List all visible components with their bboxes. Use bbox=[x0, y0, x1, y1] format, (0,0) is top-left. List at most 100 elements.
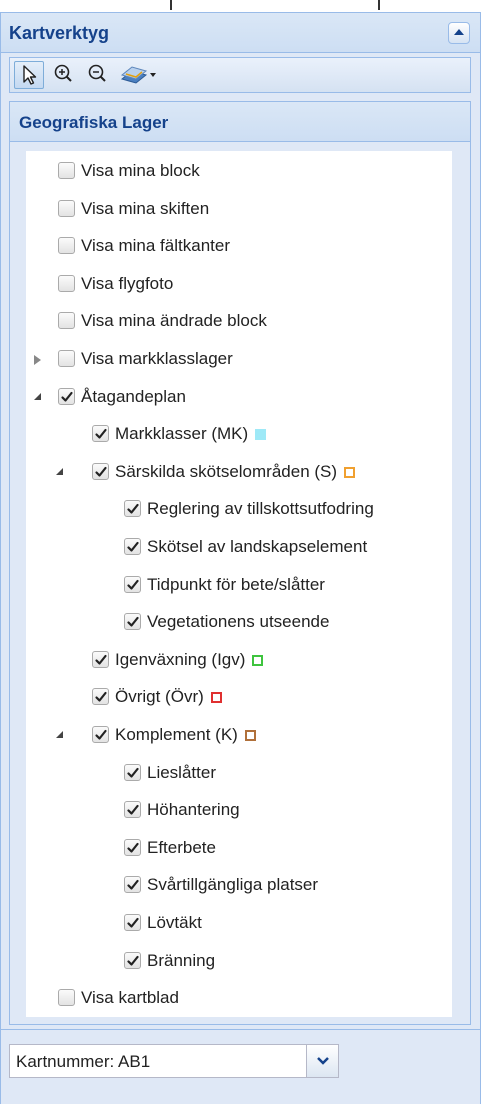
checkbox-checked[interactable] bbox=[124, 838, 141, 856]
zoom-in-icon bbox=[54, 64, 72, 82]
expanded-triangle-icon[interactable] bbox=[34, 392, 41, 400]
layer-label[interactable]: Bränning bbox=[147, 951, 215, 971]
layer-tree-node: Svårtillgängliga platser bbox=[26, 871, 452, 899]
layer-tree-node: Igenväxning (Igv) bbox=[26, 646, 452, 674]
checkbox-checked[interactable] bbox=[124, 876, 141, 894]
checkmark-icon bbox=[95, 466, 107, 477]
chevron-up-icon bbox=[454, 29, 464, 35]
layer-tree-node: Reglering av tillskottsutfodring bbox=[26, 495, 452, 523]
checkmark-icon bbox=[95, 729, 107, 740]
layer-tree-node: Visa flygfoto bbox=[26, 270, 452, 298]
layer-tree-node: Bränning bbox=[26, 947, 452, 975]
checkbox-checked[interactable] bbox=[124, 613, 141, 631]
divider-tick bbox=[378, 0, 380, 10]
layer-label[interactable]: Reglering av tillskottsutfodring bbox=[147, 499, 374, 519]
map-toolbar bbox=[9, 57, 471, 93]
checkbox-checked[interactable] bbox=[124, 763, 141, 781]
legend-swatch bbox=[344, 466, 355, 478]
layers-title: Geografiska Lager bbox=[19, 113, 169, 132]
layer-tree-node: Lieslåtter bbox=[26, 759, 452, 787]
layer-label[interactable]: Övrigt (Övr) bbox=[115, 687, 204, 707]
dropdown-trigger[interactable] bbox=[306, 1045, 338, 1077]
checkmark-icon bbox=[127, 880, 139, 890]
pointer-tool-button[interactable] bbox=[14, 61, 44, 89]
checkbox-checked[interactable] bbox=[124, 914, 141, 931]
checkbox-checked[interactable] bbox=[124, 500, 141, 518]
map-tools-panel: Kartverktyg Geografiska Lager Visa mina … bbox=[0, 12, 481, 1104]
layer-label[interactable]: Lieslåtter bbox=[147, 763, 216, 783]
checkbox-checked[interactable] bbox=[124, 801, 141, 819]
layer-label[interactable]: Åtagandeplan bbox=[81, 387, 186, 407]
legend-swatch bbox=[245, 730, 256, 741]
layer-label[interactable]: Visa markklasslager bbox=[81, 349, 233, 369]
checkbox-checked[interactable] bbox=[92, 650, 109, 668]
collapsed-triangle-icon[interactable] bbox=[34, 355, 41, 365]
layer-tree-node: Höhantering bbox=[26, 796, 452, 824]
layer-tree-node: Övrigt (Övr) bbox=[26, 683, 452, 711]
pointer-icon bbox=[23, 65, 37, 85]
layer-label[interactable]: Lövtäkt bbox=[147, 913, 202, 933]
checkmark-icon bbox=[127, 917, 139, 928]
checkbox-unchecked[interactable] bbox=[58, 350, 75, 367]
layer-label[interactable]: Visa mina block bbox=[81, 161, 200, 181]
layer-tree-node: Komplement (K) bbox=[26, 721, 452, 749]
layer-label[interactable]: Tidpunkt för bete/slåtter bbox=[147, 575, 325, 595]
layer-tree-node: Visa mina ändrade block bbox=[26, 307, 452, 335]
checkbox-unchecked[interactable] bbox=[58, 989, 75, 1007]
basemap-dropdown-button[interactable] bbox=[118, 61, 160, 89]
layer-tree-node: Lövtäkt bbox=[26, 909, 452, 937]
checkbox-checked[interactable] bbox=[92, 726, 109, 743]
layer-label[interactable]: Svårtillgängliga platser bbox=[147, 875, 318, 895]
collapse-button[interactable] bbox=[448, 22, 470, 44]
checkmark-icon bbox=[95, 692, 107, 702]
geographic-layers-panel: Geografiska Lager Visa mina block Visa mi… bbox=[9, 101, 471, 1025]
checkmark-icon bbox=[127, 617, 139, 627]
layer-tree-node: Markklasser (MK) bbox=[26, 420, 452, 448]
layer-label[interactable]: Komplement (K) bbox=[115, 725, 238, 745]
checkbox-checked[interactable] bbox=[92, 425, 109, 443]
checkbox-unchecked[interactable] bbox=[58, 162, 75, 179]
checkmark-icon bbox=[127, 842, 139, 853]
layer-label[interactable]: Visa kartblad bbox=[81, 988, 179, 1008]
checkbox-checked[interactable] bbox=[124, 951, 141, 969]
layer-label[interactable]: Visa mina skiften bbox=[81, 199, 209, 219]
layer-label[interactable]: Visa mina ändrade block bbox=[81, 311, 267, 331]
expanded-triangle-icon[interactable] bbox=[56, 467, 63, 475]
layer-tree-node: Tidpunkt för bete/slåtter bbox=[26, 571, 452, 599]
layer-tree-node: Åtagandeplan bbox=[26, 383, 452, 411]
checkbox-unchecked[interactable] bbox=[58, 237, 75, 255]
layer-label[interactable]: Igenväxning (Igv) bbox=[115, 650, 245, 670]
checkbox-unchecked[interactable] bbox=[58, 274, 75, 292]
legend-swatch bbox=[211, 692, 222, 704]
zoom-out-button[interactable] bbox=[84, 61, 112, 89]
layer-label[interactable]: Visa flygfoto bbox=[81, 274, 173, 294]
checkmark-icon bbox=[127, 955, 139, 966]
layer-label[interactable]: Skötsel av landskapselement bbox=[147, 537, 367, 557]
map-sheet-select[interactable]: Kartnummer: AB1 bbox=[9, 1044, 339, 1078]
layer-label[interactable]: Särskilda skötselområden (S) bbox=[115, 462, 337, 482]
checkbox-checked[interactable] bbox=[124, 538, 141, 555]
checkbox-checked[interactable] bbox=[124, 575, 141, 593]
zoom-in-button[interactable] bbox=[50, 61, 78, 89]
checkbox-unchecked[interactable] bbox=[58, 312, 75, 330]
checkbox-checked[interactable] bbox=[92, 688, 109, 706]
layer-label[interactable]: Visa mina fältkanter bbox=[81, 236, 230, 256]
legend-swatch bbox=[252, 654, 263, 666]
checkbox-checked[interactable] bbox=[58, 387, 75, 405]
layer-tree-node: Vegetationens utseende bbox=[26, 608, 452, 636]
checkbox-checked[interactable] bbox=[92, 462, 109, 480]
expanded-triangle-icon[interactable] bbox=[56, 731, 63, 738]
basemap-icon bbox=[120, 66, 156, 84]
checkmark-icon bbox=[127, 504, 139, 514]
layer-tree-node: Visa mina block bbox=[26, 157, 452, 185]
divider-tick bbox=[170, 0, 172, 10]
layer-tree-node: Visa markklasslager bbox=[26, 345, 452, 373]
checkbox-unchecked[interactable] bbox=[58, 199, 75, 217]
panel-header: Kartverktyg bbox=[1, 13, 480, 53]
chevron-down-icon bbox=[317, 1057, 329, 1065]
layer-label[interactable]: Markklasser (MK) bbox=[115, 424, 248, 444]
layer-label[interactable]: Höhantering bbox=[147, 800, 240, 820]
top-border bbox=[0, 0, 481, 12]
layer-label[interactable]: Vegetationens utseende bbox=[147, 612, 329, 632]
layer-label[interactable]: Efterbete bbox=[147, 838, 216, 858]
